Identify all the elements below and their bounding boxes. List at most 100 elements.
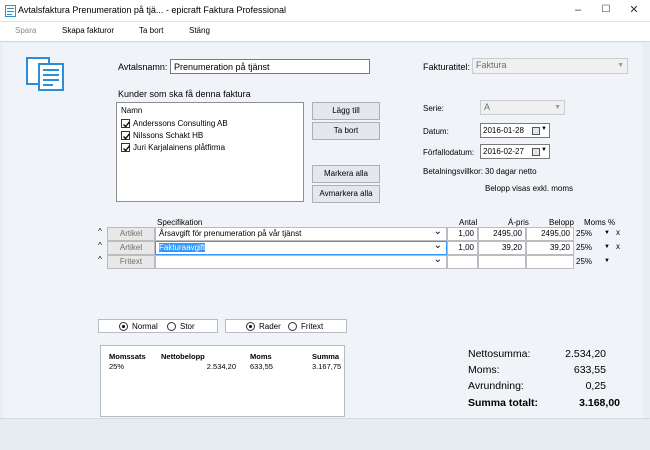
save-button[interactable]: Spara [15,26,36,35]
mark-all-button[interactable]: Markera alla [312,165,380,183]
row-amount[interactable]: 39,20 [526,241,574,255]
row-vat[interactable]: 25% [576,227,592,238]
size-large-label: Stor [180,322,195,331]
row-quantity[interactable] [447,255,478,269]
customer-checkbox[interactable] [121,131,131,141]
close-window-button[interactable]: ✕ [622,0,646,20]
net-sum-value: 2.534,20 [565,348,606,360]
row-specification[interactable]: Årsavgift för prenumeration på vår tjäns… [155,227,447,241]
customer-item[interactable]: Anderssons Consulting AB [121,119,228,129]
mode-freetext-radio[interactable] [288,322,297,331]
vat-sum-value: 633,55 [573,364,606,376]
due-date-picker[interactable]: 2016-02-27 ▼ [480,144,550,159]
series-label: Serie: [423,104,444,113]
mode-freetext-label: Fritext [301,322,324,331]
mode-rows-radio[interactable] [246,322,255,331]
create-invoices-button[interactable]: Skapa fakturor [62,26,114,35]
row-quantity[interactable]: 1,00 [447,241,478,255]
total-label: Summa totalt: [468,397,539,409]
remove-row-button[interactable]: x [616,241,620,251]
size-large-radio[interactable] [167,322,176,331]
row-type[interactable]: Artikel [107,241,155,255]
maximize-button[interactable]: ☐ [594,0,618,20]
customer-checkbox[interactable] [121,119,131,129]
due-date-value: 2016-02-27 [483,147,524,156]
chevron-down-icon: ▼ [617,62,624,69]
header-unit-price: Á-pris [508,218,529,227]
window-title: Avtalsfaktura Prenumeration på tjä... - … [18,5,286,15]
customer-item[interactable]: Nilssons Schakt HB [121,131,203,141]
row-vat[interactable]: 25% [576,241,592,252]
mode-option-group: Rader Fritext [225,319,347,333]
size-normal-radio[interactable] [119,322,128,331]
row-specification-text: Fakturaavgift [159,243,206,252]
close-button[interactable]: Stäng [189,26,210,35]
header-specification: Specifikation [157,218,203,227]
chevron-down-icon[interactable]: ▼ [604,255,610,264]
chevron-down-icon[interactable]: ⌄ [434,242,442,251]
vat-table: Momssats Nettobelopp Moms Summa 25% 2.53… [100,345,345,417]
row-specification[interactable]: ⌄ [155,255,447,269]
chevron-down-icon[interactable]: ▼ [604,241,610,250]
agreement-name-label: Avtalsnamn: [118,62,168,72]
due-date-label: Förfallodatum: [423,148,475,157]
chevron-down-icon[interactable]: ▼ [541,147,547,153]
customers-label: Kunder som ska få denna faktura [118,89,251,99]
invoice-title-select[interactable]: Faktura ▼ [472,58,628,74]
row-unit-price[interactable]: 39,20 [478,241,526,255]
size-normal-label: Normal [132,322,158,331]
series-select[interactable]: A ▼ [480,100,565,115]
customer-name: Juri Karjalainens plåtfirma [133,143,226,153]
row-amount[interactable]: 2495,00 [526,227,574,241]
unmark-all-button[interactable]: Avmarkera alla [312,185,380,203]
size-option-group: Normal Stor [98,319,218,333]
invoice-app-icon [5,5,16,17]
remove-row-button[interactable]: x [616,227,620,237]
remove-customer-button[interactable]: Ta bort [312,122,380,140]
row-unit-price[interactable]: 2495,00 [478,227,526,241]
row-specification-text: Årsavgift för prenumeration på vår tjäns… [159,229,302,238]
header-quantity: Antal [459,218,478,227]
calendar-icon[interactable] [532,127,540,135]
row-unit-price[interactable] [478,255,526,269]
checkmark-icon [123,121,131,128]
total-value: 3.168,00 [579,397,620,409]
chevron-down-icon[interactable]: ▼ [604,227,610,236]
vat-rate-value: 25% [109,362,125,371]
row-quantity[interactable]: 1,00 [447,227,478,241]
add-customer-button[interactable]: Lägg till [312,102,380,120]
agreement-name-input[interactable] [170,59,370,74]
chevron-down-icon[interactable]: ⌄ [434,256,442,265]
vat-header-vat: Moms [250,352,272,361]
move-row-up-icon[interactable]: ^ [96,241,104,250]
row-type[interactable]: Fritext [107,255,155,269]
chevron-down-icon[interactable]: ⌄ [434,228,442,237]
date-picker[interactable]: 2016-01-28 ▼ [480,123,550,138]
vat-sum-value: 3.167,75 [312,362,342,371]
customer-list[interactable]: Namn Anderssons Consulting AB Nilssons Sc… [116,102,304,202]
chevron-down-icon: ▼ [554,104,561,111]
delete-button[interactable]: Ta bort [139,26,163,35]
checkmark-icon [123,145,131,152]
payment-terms-label: Betalningsvillkor: [423,167,484,176]
title-bar: Avtalsfaktura Prenumeration på tjä... - … [0,0,650,22]
calendar-icon[interactable] [532,148,540,156]
chevron-down-icon[interactable]: ▼ [541,126,547,132]
row-vat[interactable]: 25% [576,255,592,266]
move-row-up-icon[interactable]: ^ [96,227,104,236]
toolbar: Spara Skapa fakturor Ta bort Stäng [0,22,650,42]
vat-header-net: Nettobelopp [161,352,205,361]
row-type[interactable]: Artikel [107,227,155,241]
customer-checkbox[interactable] [121,143,131,153]
row-amount[interactable] [526,255,574,269]
status-bar [0,418,650,450]
vat-amount-value: 633,55 [250,362,273,371]
minimize-button[interactable]: – [566,0,590,20]
header-amount: Belopp [549,218,574,227]
row-specification[interactable]: Fakturaavgift ⌄ [155,241,447,255]
payment-terms-value: 30 dagar netto [485,167,537,176]
customer-item[interactable]: Juri Karjalainens plåtfirma [121,143,226,153]
date-value: 2016-01-28 [483,126,524,135]
rounding-value: 0,25 [585,380,606,392]
move-row-up-icon[interactable]: ^ [96,255,104,264]
